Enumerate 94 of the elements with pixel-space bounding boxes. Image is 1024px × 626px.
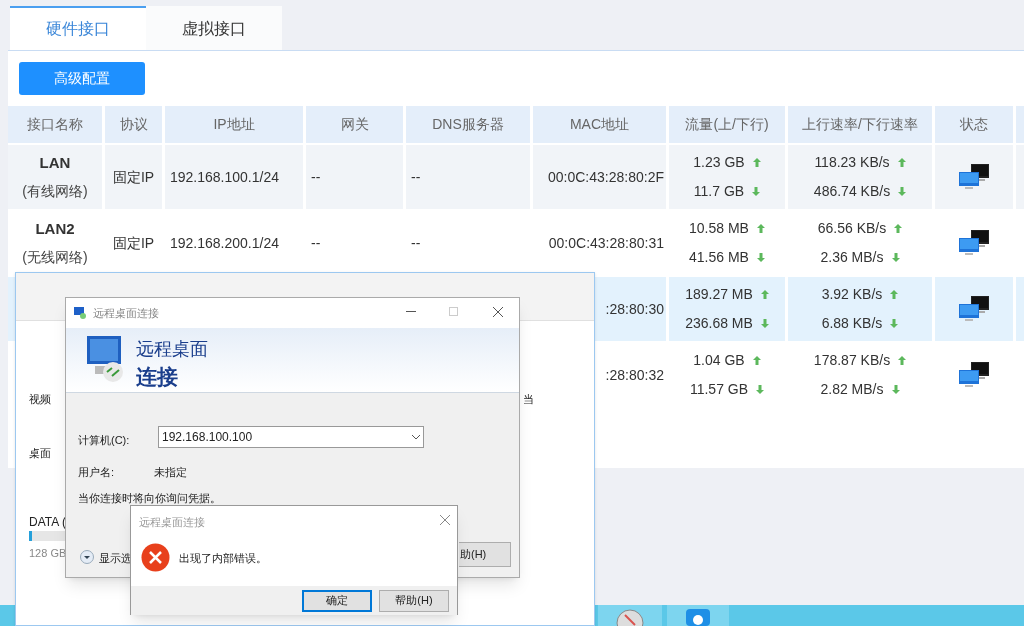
network-computers-icon <box>957 360 991 390</box>
column-header: 流量(上/下行) <box>669 106 785 143</box>
down-arrow-icon <box>891 253 900 262</box>
down-arrow-icon <box>890 319 899 328</box>
table-cell-text: 00:0C:43:28:80:2F <box>548 167 664 187</box>
network-computers-icon <box>957 228 991 258</box>
computer-combobox[interactable]: 192.168.100.100 <box>158 426 424 448</box>
up-arrow-icon <box>898 356 907 365</box>
network-computers-icon <box>957 162 991 192</box>
column-header: 接口名称 <box>8 106 102 143</box>
show-options-link[interactable]: 显示选 <box>99 550 132 567</box>
cell-background <box>1016 277 1024 341</box>
dialog-heading: 连接 <box>136 364 178 390</box>
table-cell-text: 固定IP <box>112 167 155 187</box>
down-arrow-icon <box>760 319 769 328</box>
up-arrow-icon <box>760 290 769 299</box>
table-cell-text: 192.168.200.1/24 <box>170 233 279 253</box>
table-cell-text: :28:80:30 <box>605 299 664 319</box>
expand-chevron-icon[interactable] <box>80 550 94 564</box>
interface-type: (有线网络) <box>22 181 88 201</box>
network-computers-icon <box>957 294 991 324</box>
tab[interactable]: 虚拟接口 <box>146 6 282 50</box>
interface-type: (无线网络) <box>22 247 88 267</box>
down-arrow-icon <box>756 253 765 262</box>
minimize-icon[interactable] <box>406 311 416 313</box>
taskbar-app[interactable] <box>667 605 729 626</box>
table-cell-text: 236.68 MB <box>685 314 753 333</box>
error-icon <box>141 543 170 572</box>
up-arrow-icon <box>756 224 765 233</box>
dialog-button[interactable]: 帮助(H) <box>379 589 449 612</box>
help-button[interactable]: 助(H) <box>459 542 511 567</box>
dialog-heading: 远程桌面 <box>136 338 208 361</box>
table-cell-text: 41.56 MB <box>689 248 749 267</box>
close-icon[interactable] <box>440 515 450 525</box>
tab[interactable]: 硬件接口 <box>10 6 146 50</box>
table-cell-text: 3.92 KB/s <box>821 285 883 304</box>
table-cell-text: 1.04 GB <box>693 351 745 370</box>
column-header: 协议 <box>105 106 162 143</box>
cut-text: 当 <box>523 392 534 407</box>
down-arrow-icon <box>756 385 765 394</box>
down-arrow-icon <box>891 385 900 394</box>
table-cell-text: 2.36 MB/s <box>820 248 884 267</box>
table-cell-text: 固定IP <box>112 233 155 253</box>
table-cell-text: :28:80:32 <box>605 365 664 385</box>
column-header: 上行速率/下行速率 <box>788 106 932 143</box>
taskbar-app[interactable] <box>598 605 662 626</box>
computer-label: 计算机(C): <box>78 433 130 448</box>
table-cell-text: 192.168.100.1/24 <box>170 167 279 187</box>
table-cell-text: 00:0C:43:28:80:31 <box>548 233 664 253</box>
table-cell-text: 11.57 GB <box>689 380 749 399</box>
column-header: DNS服务器 <box>406 106 530 143</box>
compass-icon <box>616 609 644 626</box>
folder-label[interactable]: 桌面 <box>29 445 51 462</box>
username-value: 未指定 <box>154 465 187 480</box>
window-title: 远程桌面连接 <box>93 305 159 321</box>
credential-note: 当你连接时将向你询问凭据。 <box>78 491 221 506</box>
close-icon[interactable] <box>493 307 503 317</box>
table-cell-text: 10.58 MB <box>689 219 749 238</box>
table-cell-text: 66.56 KB/s <box>817 219 887 238</box>
table-cell-text: 11.7 GB <box>693 182 745 201</box>
column-header <box>1016 106 1024 143</box>
up-arrow-icon <box>894 224 903 233</box>
column-header: IP地址 <box>165 106 303 143</box>
window-title: 远程桌面连接 <box>139 515 205 530</box>
table-cell-text: -- <box>311 233 321 253</box>
interface-name: LAN <box>39 153 71 174</box>
app-icon <box>686 609 710 626</box>
table-cell-text: -- <box>311 167 321 187</box>
table-cell-text: 1.23 GB <box>693 153 745 172</box>
up-arrow-icon <box>890 290 899 299</box>
down-arrow-icon <box>898 187 907 196</box>
drive-size: 128 GB <box>29 546 67 561</box>
column-header: MAC地址 <box>533 106 666 143</box>
table-cell-text: 486.74 KB/s <box>813 182 891 201</box>
up-arrow-icon <box>897 158 906 167</box>
dialog-button[interactable]: 确定 <box>302 589 372 612</box>
down-arrow-icon <box>752 187 761 196</box>
up-arrow-icon <box>752 356 761 365</box>
table-cell-text: 189.27 MB <box>685 285 753 304</box>
up-arrow-icon <box>752 158 761 167</box>
monitor-icon <box>73 306 87 320</box>
error-message: 出现了内部错误。 <box>179 551 267 566</box>
table-cell-text: 6.88 KB/s <box>821 314 883 333</box>
column-header: 状态 <box>935 106 1013 143</box>
table-cell-text: 178.87 KB/s <box>813 351 891 370</box>
dropdown-caret-icon <box>412 434 420 440</box>
table-cell-text: -- <box>411 167 421 187</box>
interface-name: LAN2 <box>35 219 75 240</box>
username-label: 用户名: <box>78 465 115 480</box>
folder-label[interactable]: 视频 <box>29 391 51 408</box>
table-cell-text: 118.23 KB/s <box>814 153 890 172</box>
table-cell-text: 2.82 MB/s <box>820 380 884 399</box>
column-header: 网关 <box>306 106 403 143</box>
table-cell-text: -- <box>411 233 421 253</box>
